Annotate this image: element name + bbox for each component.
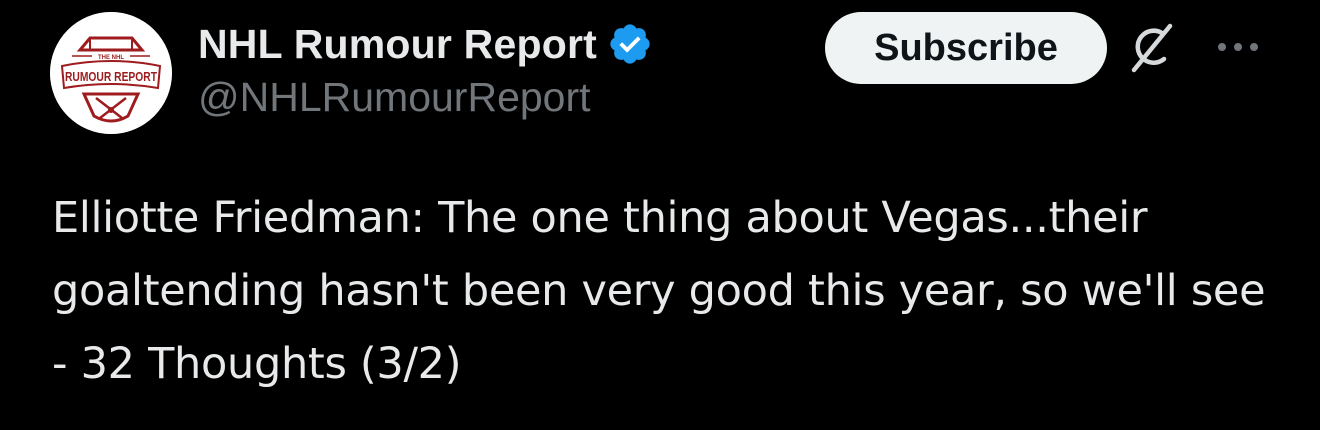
- tweet-text: Elliotte Friedman: The one thing about V…: [52, 193, 1266, 389]
- author-name-row: NHL Rumour Report: [198, 16, 653, 72]
- grok-icon[interactable]: [1124, 20, 1178, 76]
- verified-badge-icon[interactable]: [607, 21, 653, 67]
- author-handle[interactable]: @NHLRumourReport: [198, 74, 591, 121]
- avatar[interactable]: THE NHL RUMOUR REPORT: [50, 12, 172, 134]
- logo-main-text: RUMOUR REPORT: [65, 70, 157, 84]
- more-icon[interactable]: [1212, 32, 1264, 62]
- subscribe-button[interactable]: Subscribe: [825, 12, 1107, 84]
- rumour-report-logo: THE NHL RUMOUR REPORT: [50, 12, 172, 134]
- tweet-card: THE NHL RUMOUR REPORT NHL Rumour Report …: [0, 0, 1320, 430]
- author-display-name[interactable]: NHL Rumour Report: [198, 21, 597, 68]
